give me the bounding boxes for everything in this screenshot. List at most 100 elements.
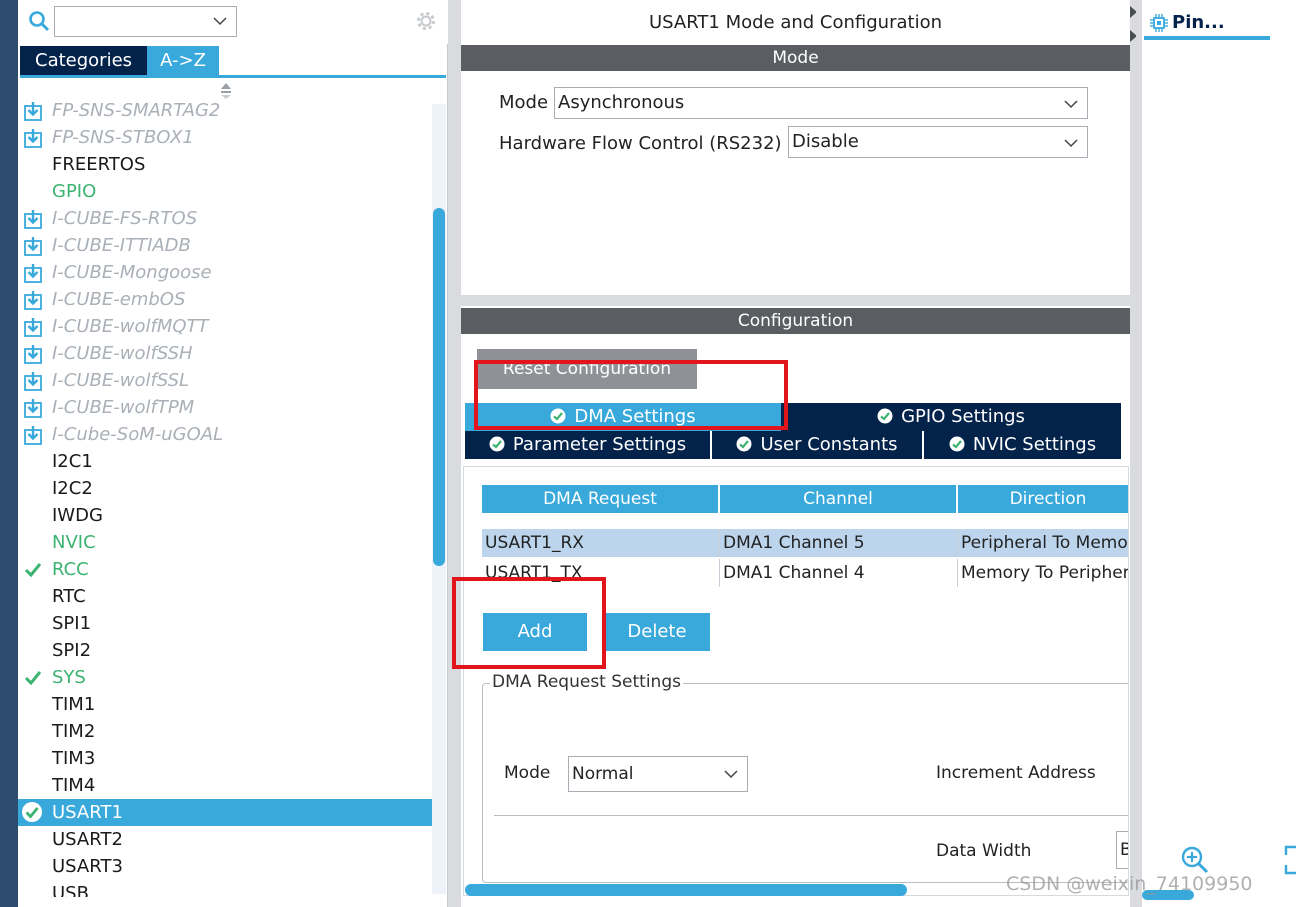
column-header-direction[interactable]: Direction (958, 485, 1128, 513)
list-item-label: FP-SNS-STBOX1 (52, 127, 194, 148)
chevron-down-icon[interactable] (723, 766, 739, 782)
configuration-header: Configuration (461, 308, 1130, 334)
list-item[interactable]: SYS (18, 664, 432, 691)
list-item-label: USART1 (52, 802, 123, 823)
list-item-label: I-CUBE-wolfMQTT (52, 316, 209, 337)
column-header-channel[interactable]: Channel (720, 485, 956, 513)
list-item[interactable]: TIM2 (18, 718, 432, 745)
search-combo[interactable] (54, 6, 237, 37)
mode-label: Mode (499, 92, 549, 113)
list-item-label: I-CUBE-wolfSSH (52, 343, 193, 364)
chevron-down-icon[interactable] (212, 13, 228, 29)
download-icon (24, 426, 42, 445)
tab-a-z[interactable]: A->Z (147, 46, 220, 76)
list-item[interactable]: SPI2 (18, 637, 432, 664)
list-item[interactable]: I-CUBE-wolfMQTT (18, 313, 432, 340)
list-item-label: FP-SNS-SMARTAG2 (52, 100, 221, 121)
delete-button[interactable]: Delete (604, 613, 710, 651)
list-item[interactable]: I-CUBE-FS-RTOS (18, 205, 432, 232)
table-cell[interactable]: DMA1 Channel 5 (720, 529, 958, 557)
list-item[interactable]: I-Cube-SoM-uGOAL (18, 421, 432, 448)
dma-mode-value: Normal (572, 764, 634, 784)
list-item[interactable]: I2C2 (18, 475, 432, 502)
list-item[interactable]: I-CUBE-Mongoose (18, 259, 432, 286)
data-width-value: Byte (1120, 840, 1128, 860)
check-circle-icon (736, 436, 752, 452)
annotation-box-dma-settings (474, 360, 788, 430)
tab-user-constants[interactable]: User Constants (712, 431, 922, 459)
list-item[interactable]: I-CUBE-wolfSSL (18, 367, 432, 394)
list-item[interactable]: TIM1 (18, 691, 432, 718)
list-item-label: I-CUBE-wolfTPM (52, 397, 195, 418)
list-item[interactable]: TIM3 (18, 745, 432, 772)
list-item-label: NVIC (52, 532, 96, 553)
list-item-label: USART3 (52, 856, 123, 877)
mode-select[interactable]: Asynchronous (554, 87, 1088, 119)
list-item-label: IWDG (52, 505, 103, 526)
download-icon (24, 318, 42, 337)
chevron-down-icon[interactable] (1063, 96, 1079, 112)
hw-flow-label: Hardware Flow Control (RS232) (499, 133, 782, 154)
annotation-box-add (452, 577, 606, 669)
list-item[interactable]: RCC (18, 556, 432, 583)
download-icon (24, 129, 42, 148)
hw-flow-value: Disable (792, 131, 859, 152)
list-item-label: I-CUBE-wolfSSL (52, 370, 190, 391)
scrollbar-thumb[interactable] (433, 208, 445, 566)
list-item[interactable]: FP-SNS-STBOX1 (18, 124, 432, 151)
category-tabs: Categories A->Z (20, 46, 220, 76)
tab-gpio-settings[interactable]: GPIO Settings (781, 403, 1121, 431)
data-width-label: Data Width (936, 841, 1032, 861)
list-item[interactable]: USART1 (18, 799, 432, 826)
download-icon (24, 102, 42, 121)
list-item[interactable]: IWDG (18, 502, 432, 529)
check-icon (24, 563, 42, 578)
list-item-label: TIM1 (52, 694, 96, 715)
list-item[interactable]: I2C1 (18, 448, 432, 475)
zoom-in-icon[interactable] (1180, 845, 1210, 875)
list-item[interactable]: FP-SNS-SMARTAG2 (18, 97, 432, 124)
list-item[interactable]: I-CUBE-ITTIADB (18, 232, 432, 259)
download-icon (24, 210, 42, 229)
column-header-dma-request[interactable]: DMA Request (482, 485, 718, 513)
search-bar (18, 0, 448, 44)
list-item[interactable]: USB (18, 880, 432, 897)
table-cell[interactable]: Peripheral To Memory (958, 529, 1128, 557)
chevron-down-icon[interactable] (1063, 135, 1079, 151)
search-icon[interactable] (28, 10, 50, 32)
list-item[interactable]: RTC (18, 583, 432, 610)
list-item[interactable]: GPIO (18, 178, 432, 205)
list-item[interactable]: I-CUBE-embOS (18, 286, 432, 313)
fit-view-icon[interactable] (1284, 845, 1296, 875)
hw-flow-select[interactable]: Disable (788, 126, 1088, 158)
pinout-panel: Pin... (1136, 0, 1296, 907)
table-cell[interactable]: Memory To Peripheral (958, 559, 1128, 587)
data-width-select[interactable]: Byte (1116, 831, 1128, 869)
list-item[interactable]: USART3 (18, 853, 432, 880)
scrollbar-thumb[interactable] (465, 884, 907, 896)
list-item[interactable]: I-CUBE-wolfTPM (18, 394, 432, 421)
config-area: USART1 Mode and Configuration Mode Mode … (455, 0, 1135, 907)
gear-icon[interactable] (414, 9, 438, 33)
list-item[interactable]: I-CUBE-wolfSSH (18, 340, 432, 367)
list-item[interactable]: SPI1 (18, 610, 432, 637)
mode-panel: USART1 Mode and Configuration Mode Mode … (461, 0, 1130, 295)
list-item[interactable]: NVIC (18, 529, 432, 556)
table-cell[interactable]: USART1_RX (482, 529, 720, 557)
dma-request-settings-legend: DMA Request Settings (490, 672, 683, 692)
tab-categories[interactable]: Categories (20, 46, 148, 76)
list-item-label: I2C1 (52, 451, 93, 472)
tab-nvic-settings[interactable]: NVIC Settings (924, 431, 1121, 459)
table-cell[interactable]: DMA1 Channel 4 (720, 559, 958, 587)
list-scrollbar[interactable] (432, 104, 446, 894)
watermark: CSDN @weixin_74109950 (1006, 873, 1253, 895)
tab-label: User Constants (760, 434, 898, 455)
tab-label: GPIO Settings (901, 406, 1025, 427)
list-item[interactable]: FREERTOS (18, 151, 432, 178)
tab-pinout-view[interactable]: Pin... (1144, 8, 1270, 40)
dma-mode-label: Mode (504, 763, 551, 783)
list-item[interactable]: USART2 (18, 826, 432, 853)
list-item[interactable]: TIM4 (18, 772, 432, 799)
dma-mode-select[interactable]: Normal (568, 756, 748, 792)
tab-parameter-settings[interactable]: Parameter Settings (465, 431, 710, 459)
